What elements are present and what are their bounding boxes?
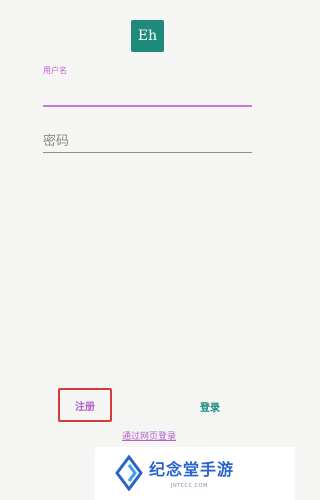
- app-logo: Eh: [131, 20, 164, 52]
- watermark-subtext: JNTCCC.COM: [171, 483, 208, 489]
- login-button[interactable]: 登录: [186, 395, 234, 417]
- username-input[interactable]: [43, 81, 252, 107]
- register-button[interactable]: 注册: [58, 388, 112, 422]
- login-screen: Eh 用户名 注册 登录 通过网页登录 纪念堂手游 JNTCCC.COM: [0, 0, 295, 500]
- login-button-label: 登录: [200, 402, 220, 414]
- web-login-link[interactable]: 通过网页登录: [104, 429, 194, 445]
- watermark-logo-icon: [115, 455, 143, 491]
- username-field[interactable]: 用户名: [43, 65, 252, 110]
- password-field[interactable]: [43, 126, 252, 158]
- watermark-text: 纪念堂手游: [149, 460, 235, 479]
- register-button-label: 注册: [75, 401, 95, 413]
- username-label: 用户名: [43, 66, 67, 75]
- password-input[interactable]: [43, 130, 252, 153]
- app-logo-text: Eh: [137, 28, 158, 44]
- site-watermark: 纪念堂手游 JNTCCC.COM: [95, 447, 295, 500]
